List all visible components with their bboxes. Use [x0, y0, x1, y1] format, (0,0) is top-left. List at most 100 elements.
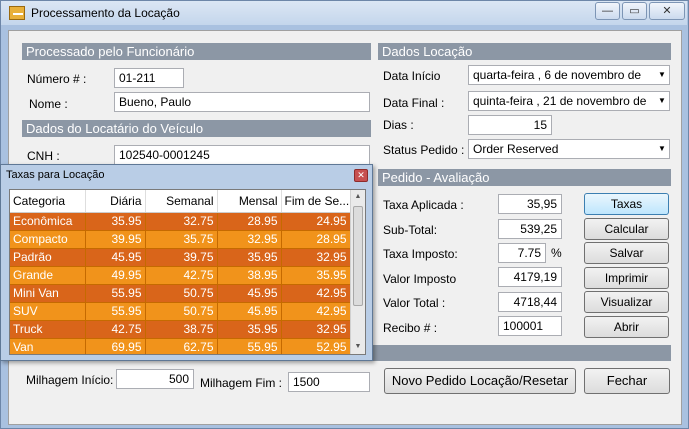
scroll-up-icon[interactable]: ▲	[351, 190, 365, 204]
table-cell[interactable]: 32.75	[145, 212, 218, 231]
taxas-button[interactable]: Taxas	[584, 193, 669, 215]
minimize-button[interactable]: —	[595, 2, 620, 20]
section-funcionario: Processado pelo Funcionário	[22, 43, 371, 60]
table-row[interactable]: Mini Van 55.95 50.75 45.95 42.95	[10, 284, 351, 303]
table-cell[interactable]: Grande	[10, 266, 86, 285]
table-cell[interactable]: 55.95	[217, 338, 282, 354]
table-row[interactable]: Padrão 45.95 39.75 35.95 32.95	[10, 248, 351, 267]
status-value: Order Reserved	[473, 142, 559, 156]
table-cell[interactable]: 35.95	[281, 266, 351, 285]
table-cell[interactable]: 35.95	[85, 212, 146, 231]
table-cell[interactable]: 50.75	[145, 284, 218, 303]
taxas-popup-window[interactable]: Taxas para Locação ✕ Categoria Diária Se…	[0, 164, 373, 361]
table-cell[interactable]: 49.95	[85, 266, 146, 285]
table-cell[interactable]: 24.95	[281, 212, 351, 231]
table-cell[interactable]: 32.95	[281, 320, 351, 339]
table-cell[interactable]: 42.95	[281, 284, 351, 303]
data-inicio-value: quarta-feira , 6 de novembro de	[473, 68, 642, 82]
milhagem-fim-field[interactable]: 1500	[288, 372, 370, 392]
table-cell[interactable]: 28.95	[281, 230, 351, 249]
close-button[interactable]: ✕	[649, 2, 685, 20]
column-header[interactable]: Semanal	[145, 190, 218, 213]
rates-grid[interactable]: Categoria Diária Semanal Mensal Fim de S…	[9, 189, 366, 355]
column-header[interactable]: Mensal	[217, 190, 282, 213]
table-cell[interactable]: 32.95	[281, 248, 351, 267]
section-locatario: Dados do Locatário do Veículo	[22, 120, 371, 137]
table-cell[interactable]: 38.75	[145, 320, 218, 339]
grid-header-row: Categoria Diária Semanal Mensal Fim de S…	[10, 190, 351, 213]
table-cell[interactable]: 42.75	[85, 320, 146, 339]
percent-label: %	[551, 246, 562, 260]
numero-field[interactable]: 01-211	[114, 68, 184, 88]
table-cell[interactable]: 42.75	[145, 266, 218, 285]
milhagem-inicio-field[interactable]: 500	[116, 369, 194, 389]
chevron-down-icon[interactable]: ▼	[655, 66, 669, 84]
table-row[interactable]: Grande 49.95 42.75 38.95 35.95	[10, 266, 351, 285]
title-bar[interactable]: Processamento da Locação — ▭ ✕	[1, 1, 687, 25]
table-cell[interactable]: 39.95	[85, 230, 146, 249]
status-label: Status Pedido :	[383, 143, 465, 157]
data-final-picker[interactable]: quinta-feira , 21 de novembro de ▼	[468, 91, 670, 111]
section-avaliacao: Pedido - Avaliação	[378, 169, 671, 186]
calcular-button[interactable]: Calcular	[584, 218, 669, 240]
subtotal-field[interactable]: 539,25	[498, 219, 562, 239]
table-cell[interactable]: 35.95	[217, 320, 282, 339]
table-cell[interactable]: 35.75	[145, 230, 218, 249]
table-cell[interactable]: 28.95	[217, 212, 282, 231]
scroll-down-icon[interactable]: ▼	[351, 340, 365, 354]
abrir-button[interactable]: Abrir	[584, 316, 669, 338]
valor-imposto-field[interactable]: 4179,19	[498, 267, 562, 287]
table-row[interactable]: Van 69.95 62.75 55.95 52.95	[10, 338, 351, 354]
dias-field[interactable]: 15	[468, 115, 552, 135]
table-cell[interactable]: 45.95	[85, 248, 146, 267]
maximize-button[interactable]: ▭	[622, 2, 647, 20]
grid-scrollbar[interactable]: ▲ ▼	[350, 190, 365, 354]
table-cell[interactable]: 39.75	[145, 248, 218, 267]
table-row[interactable]: Compacto 39.95 35.75 32.95 28.95	[10, 230, 351, 249]
cnh-label: CNH :	[27, 149, 60, 163]
valor-total-field[interactable]: 4718,44	[498, 292, 562, 312]
data-inicio-picker[interactable]: quarta-feira , 6 de novembro de ▼	[468, 65, 670, 85]
valor-total-label: Valor Total :	[383, 296, 446, 310]
column-header[interactable]: Diária	[85, 190, 146, 213]
table-cell[interactable]: Compacto	[10, 230, 86, 249]
table-row[interactable]: Econômica 35.95 32.75 28.95 24.95	[10, 212, 351, 231]
table-cell[interactable]: Mini Van	[10, 284, 86, 303]
table-cell[interactable]: 35.95	[217, 248, 282, 267]
imprimir-button[interactable]: Imprimir	[584, 267, 669, 289]
table-cell[interactable]: Econômica	[10, 212, 86, 231]
table-cell[interactable]: 50.75	[145, 302, 218, 321]
chevron-down-icon[interactable]: ▼	[655, 92, 669, 110]
recibo-field[interactable]: 100001	[498, 316, 562, 336]
column-header[interactable]: Fim de Se...	[281, 190, 351, 213]
nome-field[interactable]: Bueno, Paulo	[114, 92, 370, 112]
table-cell[interactable]: 42.95	[281, 302, 351, 321]
chevron-down-icon[interactable]: ▼	[655, 140, 669, 158]
scroll-thumb[interactable]	[353, 206, 363, 306]
fechar-button[interactable]: Fechar	[584, 368, 670, 394]
table-cell[interactable]: SUV	[10, 302, 86, 321]
table-row[interactable]: Truck 42.75 38.75 35.95 32.95	[10, 320, 351, 339]
table-cell[interactable]: 45.95	[217, 284, 282, 303]
table-row[interactable]: SUV 55.95 50.75 45.95 42.95	[10, 302, 351, 321]
column-header[interactable]: Categoria	[10, 190, 86, 213]
table-cell[interactable]: 55.95	[85, 302, 146, 321]
taxa-imposto-field[interactable]: 7.75	[498, 243, 546, 263]
table-cell[interactable]: Truck	[10, 320, 86, 339]
close-icon[interactable]: ✕	[354, 169, 368, 182]
table-cell[interactable]: 38.95	[217, 266, 282, 285]
taxa-aplicada-field[interactable]: 35,95	[498, 194, 562, 214]
table-cell[interactable]: 62.75	[145, 338, 218, 354]
novo-pedido-button[interactable]: Novo Pedido Locação/Resetar	[384, 368, 576, 394]
table-cell[interactable]: 52.95	[281, 338, 351, 354]
salvar-button[interactable]: Salvar	[584, 242, 669, 264]
table-cell[interactable]: Van	[10, 338, 86, 354]
cnh-field[interactable]: 102540-0001245	[114, 145, 370, 165]
table-cell[interactable]: 55.95	[85, 284, 146, 303]
visualizar-button[interactable]: Visualizar	[584, 291, 669, 313]
table-cell[interactable]: 45.95	[217, 302, 282, 321]
status-select[interactable]: Order Reserved ▼	[468, 139, 670, 159]
table-cell[interactable]: 32.95	[217, 230, 282, 249]
table-cell[interactable]: 69.95	[85, 338, 146, 354]
table-cell[interactable]: Padrão	[10, 248, 86, 267]
